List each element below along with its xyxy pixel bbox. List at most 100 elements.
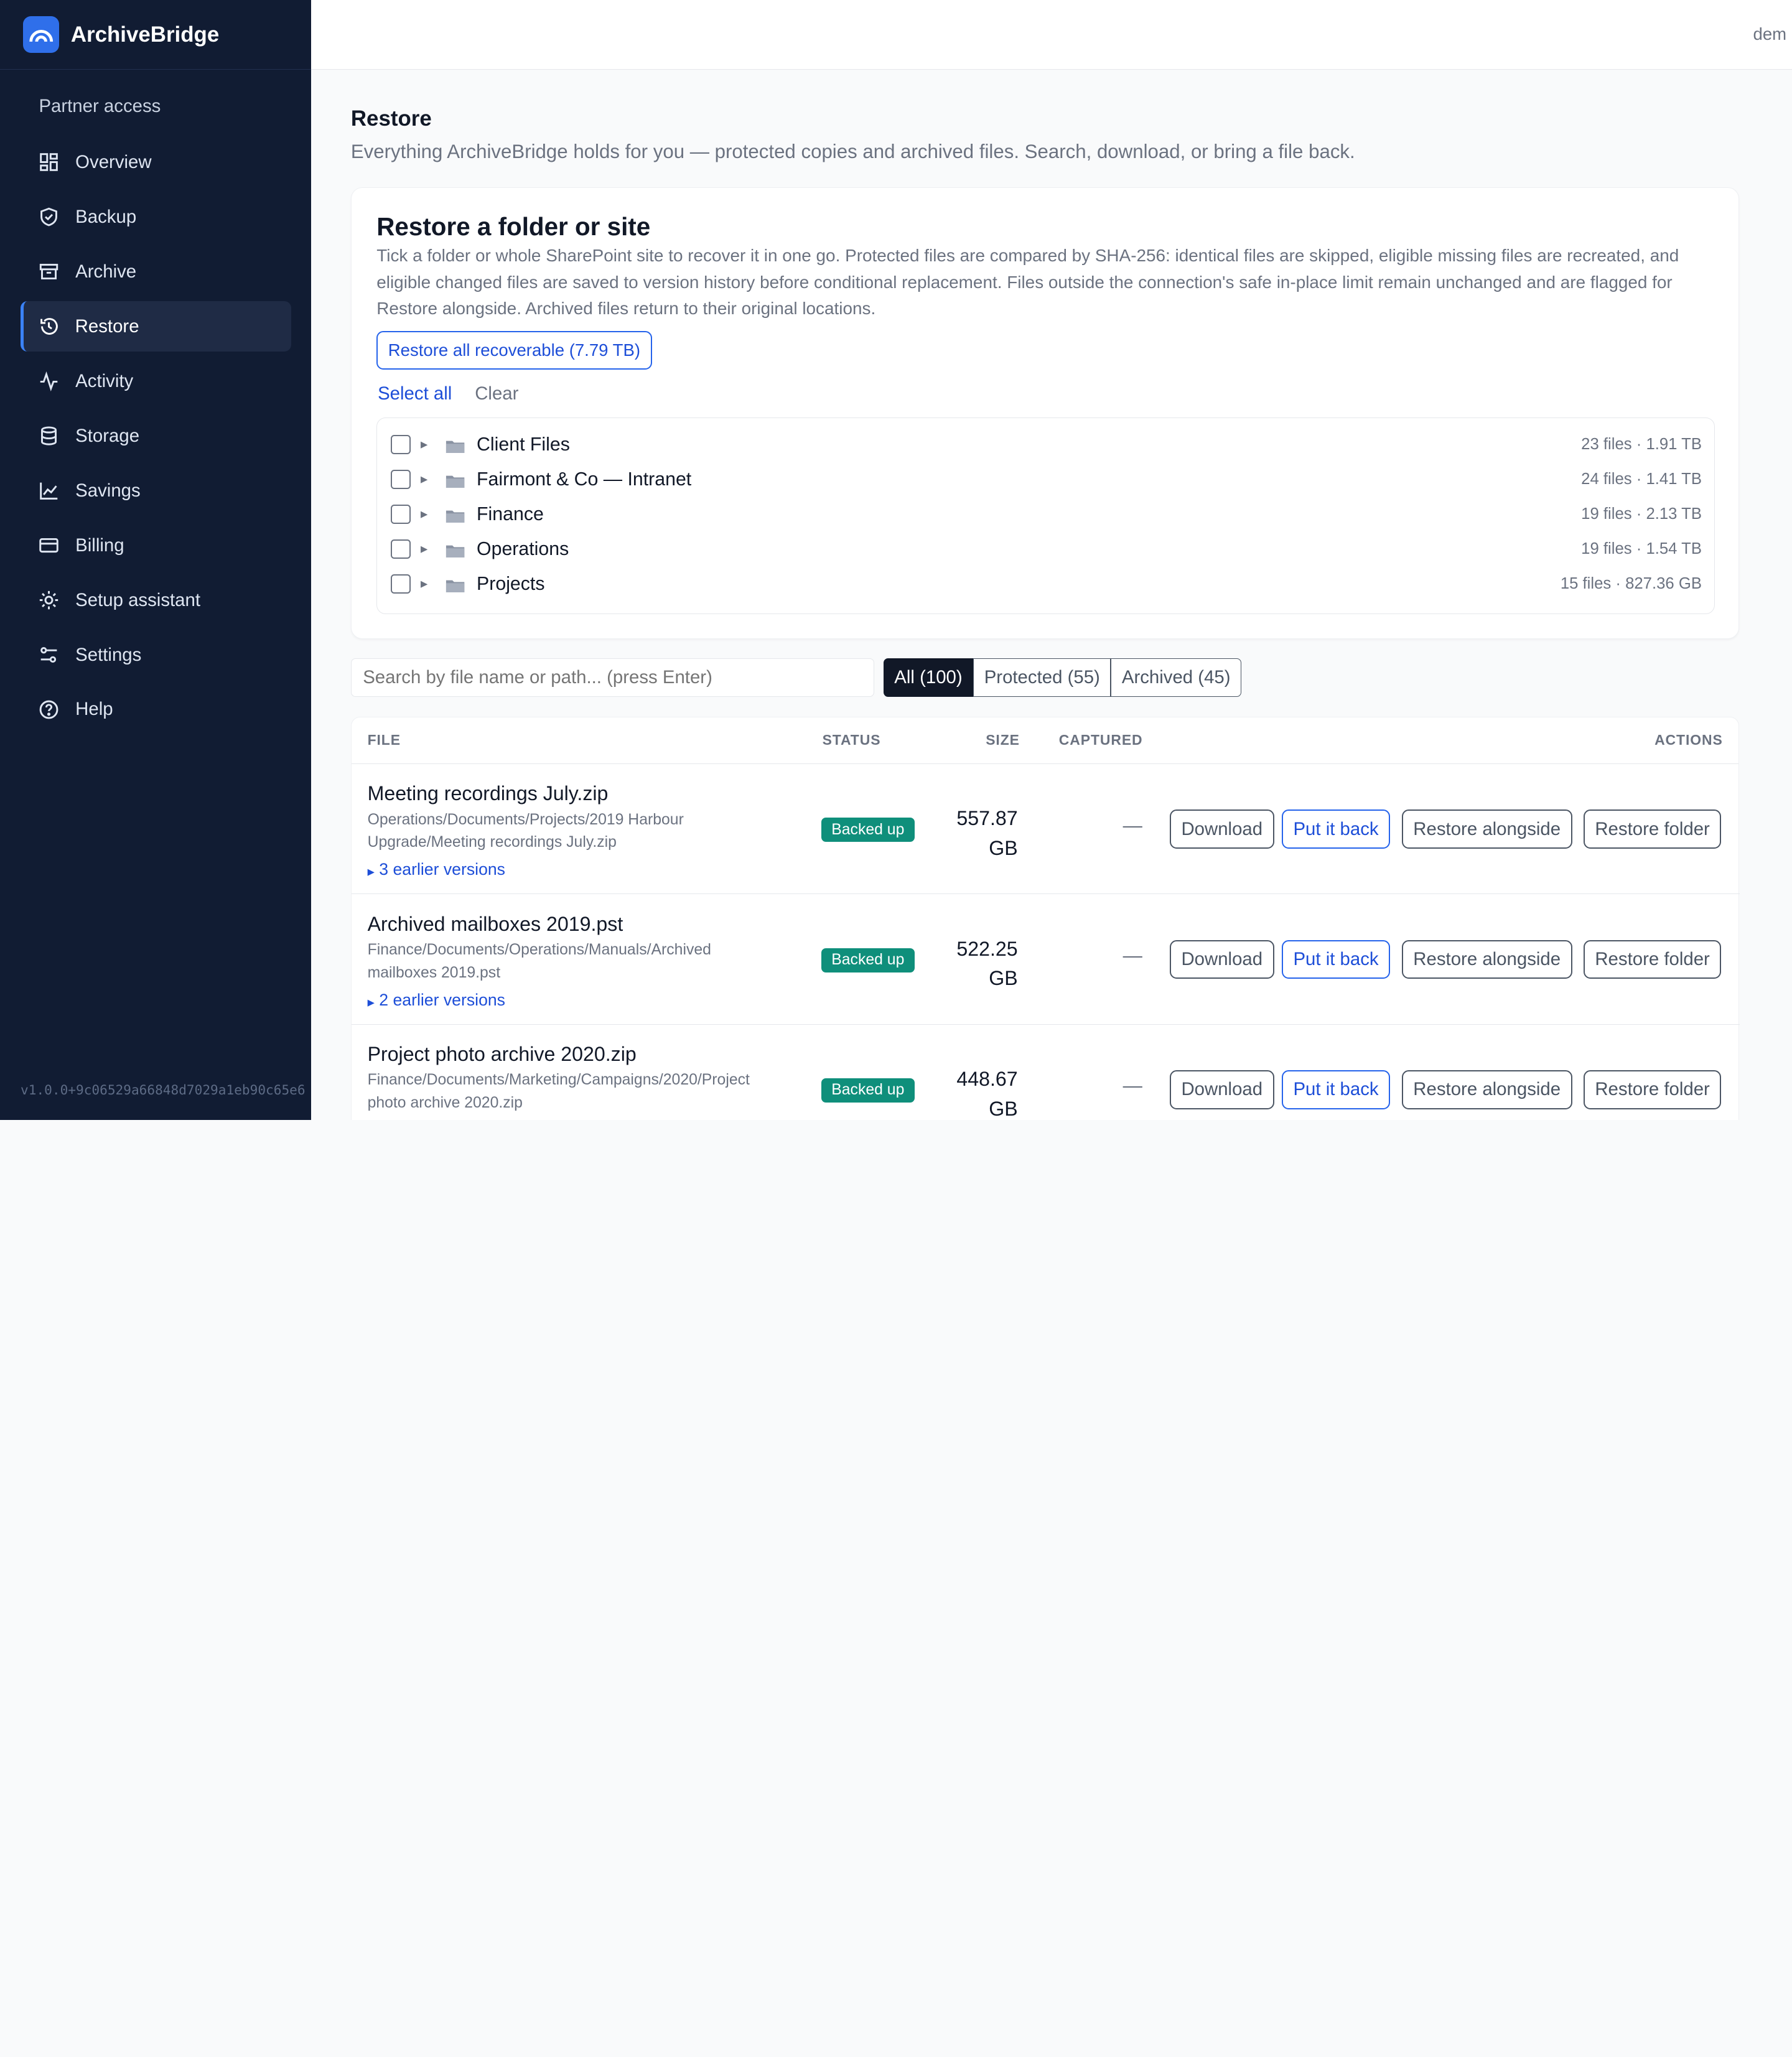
restore-folder-button[interactable]: Restore folder <box>1583 1070 1722 1109</box>
folder-name: Projects <box>477 573 545 594</box>
expand-caret-icon[interactable]: ▶ <box>421 474 427 485</box>
user-menu[interactable]: dem <box>1753 24 1792 44</box>
folder-row[interactable]: ▶ Projects 15 files · 827.36 GB <box>377 567 1715 601</box>
size-unit: GB <box>989 1097 1018 1120</box>
sidebar-item-backup[interactable]: Backup <box>21 192 291 242</box>
folder-row[interactable]: ▶ Fairmont & Co — Intranet 24 files · 1.… <box>377 462 1715 497</box>
column-header-status: STATUS <box>822 732 881 749</box>
sun-gear-icon <box>39 590 59 610</box>
put-it-back-button[interactable]: Put it back <box>1281 940 1391 979</box>
nav-section-label: Partner access <box>39 96 161 117</box>
clear-link[interactable]: Clear <box>475 383 518 404</box>
folder-icon <box>446 542 465 557</box>
folder-checkbox[interactable] <box>391 505 411 525</box>
restore-folder-card: Restore a folder or site Tick a folder o… <box>350 187 1740 639</box>
folder-icon <box>446 507 465 523</box>
sidebar-item-activity[interactable]: Activity <box>21 356 291 406</box>
sidebar-item-archive[interactable]: Archive <box>21 246 291 297</box>
file-name: Archived mailboxes 2019.pst <box>367 912 623 935</box>
folder-checkbox[interactable] <box>391 435 411 455</box>
filter-all[interactable]: All (100) <box>883 658 974 697</box>
search-input[interactable] <box>350 658 875 697</box>
captured-value: — <box>1122 1075 1142 1097</box>
status-badge: Backed up <box>821 1078 915 1103</box>
column-header-actions: ACTIONS <box>1654 732 1723 749</box>
expand-caret-icon[interactable]: ▶ <box>421 579 427 589</box>
expand-caret-icon[interactable]: ▶ <box>421 509 427 520</box>
folder-row[interactable]: ▶ Finance 19 files · 2.13 TB <box>377 497 1715 531</box>
sidebar-item-label: Storage <box>75 425 140 446</box>
page-subtitle: Everything ArchiveBridge holds for you —… <box>350 140 1355 162</box>
brand[interactable]: ArchiveBridge <box>0 0 311 70</box>
restore-alongside-button[interactable]: Restore alongside <box>1401 940 1572 979</box>
files-table: FILE STATUS SIZE CAPTURED ACTIONS Meetin… <box>350 716 1740 1120</box>
restore-folder-button[interactable]: Restore folder <box>1583 809 1722 849</box>
restore-all-button[interactable]: Restore all recoverable (7.79 TB) <box>376 330 652 370</box>
line-chart-icon <box>39 480 59 501</box>
folder-checkbox[interactable] <box>391 574 411 594</box>
status-badge: Backed up <box>821 818 915 842</box>
page-title: Restore <box>350 106 432 131</box>
app-version: v1.0.0+9c06529a66848d7029a1eb90c65e6 <box>21 1082 306 1098</box>
select-all-link[interactable]: Select all <box>378 383 452 404</box>
put-it-back-button[interactable]: Put it back <box>1281 809 1391 849</box>
folder-icon <box>446 472 465 488</box>
database-icon <box>39 426 59 446</box>
table-row: Project photo archive 2020.zip Finance/D… <box>352 1025 1740 1120</box>
earlier-versions-toggle[interactable]: ▶ 2 earlier versions <box>368 991 505 1010</box>
sidebar-item-restore[interactable]: Restore <box>21 301 292 352</box>
card-title: Restore a folder or site <box>376 212 651 241</box>
restore-alongside-button[interactable]: Restore alongside <box>1401 809 1572 849</box>
sidebar-item-help[interactable]: Help <box>21 684 291 735</box>
sidebar-item-label: Settings <box>75 644 142 665</box>
folder-name: Operations <box>477 538 569 559</box>
app-root: ArchiveBridge Partner access Overview Ba… <box>0 0 1792 1120</box>
file-name: Meeting recordings July.zip <box>367 782 609 805</box>
download-button[interactable]: Download <box>1169 940 1274 979</box>
folder-tree: ▶ Client Files 23 files · 1.91 TB ▶ Fair… <box>376 417 1715 615</box>
table-row: Meeting recordings July.zip Operations/D… <box>351 764 1740 895</box>
restore-alongside-button[interactable]: Restore alongside <box>1401 1070 1572 1109</box>
card-description: Tick a folder or whole SharePoint site t… <box>376 246 1679 318</box>
column-header-size: SIZE <box>986 732 1020 749</box>
filter-archived[interactable]: Archived (45) <box>1111 658 1242 697</box>
sidebar-item-label: Help <box>75 699 113 720</box>
sidebar: ArchiveBridge Partner access Overview Ba… <box>0 0 311 1120</box>
download-button[interactable]: Download <box>1169 1070 1274 1109</box>
folder-meta: 15 files · 827.36 GB <box>1560 575 1702 593</box>
put-it-back-button[interactable]: Put it back <box>1281 1070 1391 1109</box>
expand-caret-icon[interactable]: ▶ <box>421 544 427 554</box>
folder-checkbox[interactable] <box>391 539 411 559</box>
file-size: 448.67 GB <box>928 1065 1017 1120</box>
folder-icon <box>446 577 465 592</box>
sidebar-item-label: Setup assistant <box>75 589 201 610</box>
earlier-versions-label: 3 earlier versions <box>379 860 505 879</box>
expand-caret-icon[interactable]: ▶ <box>421 439 427 450</box>
sidebar-item-label: Savings <box>75 480 141 501</box>
file-path: Finance/Documents/Marketing/Campaigns/20… <box>367 1071 750 1112</box>
sidebar-item-savings[interactable]: Savings <box>21 465 291 516</box>
size-value: 557.87 <box>956 807 1018 830</box>
help-circle-icon <box>39 699 59 720</box>
sidebar-item-billing[interactable]: Billing <box>21 520 291 571</box>
table-header: FILE STATUS SIZE CAPTURED ACTIONS <box>351 717 1739 764</box>
brand-name: ArchiveBridge <box>70 22 220 47</box>
sidebar-item-settings[interactable]: Settings <box>21 630 291 680</box>
earlier-versions-toggle[interactable]: ▶ 3 earlier versions <box>368 860 505 879</box>
download-button[interactable]: Download <box>1169 809 1274 849</box>
folder-row[interactable]: ▶ Operations 19 files · 1.54 TB <box>377 532 1715 566</box>
earlier-versions-label: 2 earlier versions <box>379 990 505 1009</box>
brand-logo-icon <box>22 16 60 53</box>
status-badge: Backed up <box>821 948 915 973</box>
file-size: 522.25 GB <box>928 935 1017 994</box>
sidebar-item-overview[interactable]: Overview <box>21 137 291 187</box>
filter-protected[interactable]: Protected (55) <box>973 658 1111 697</box>
sidebar-item-storage[interactable]: Storage <box>21 411 291 461</box>
file-name: Project photo archive 2020.zip <box>367 1043 637 1066</box>
size-value: 522.25 <box>956 937 1018 960</box>
size-value: 448.67 <box>956 1067 1018 1090</box>
folder-row[interactable]: ▶ Client Files 23 files · 1.91 TB <box>377 427 1715 462</box>
folder-checkbox[interactable] <box>391 470 411 490</box>
sidebar-item-setup-assistant[interactable]: Setup assistant <box>21 575 291 625</box>
restore-folder-button[interactable]: Restore folder <box>1583 940 1722 979</box>
